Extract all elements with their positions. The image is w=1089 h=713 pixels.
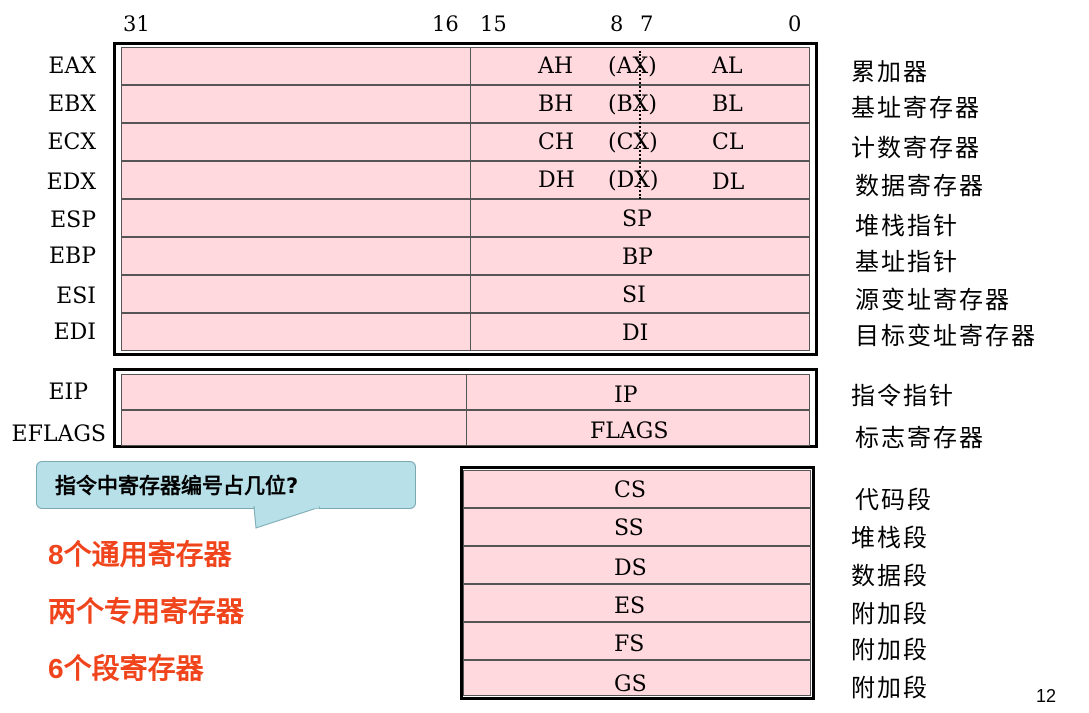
question-callout: 指令中寄存器编号占几位? (36, 461, 416, 509)
cell-dx: (DX) (608, 168, 659, 193)
cell-ss: SS (614, 516, 644, 541)
note-special-registers: 两个专用寄存器 (48, 596, 245, 627)
reg-desc-ebx: 基址寄存器 (851, 94, 981, 122)
cell-flags: FLAGS (590, 419, 669, 444)
reg-desc-edx: 数据寄存器 (855, 172, 985, 200)
reg-desc-esp: 堆栈指针 (855, 212, 959, 240)
reg-name-ebp: EBP (48, 244, 96, 269)
general-register-block: AH (AX) AL BH (BX) BL CH (CX) CL DH (DX)… (113, 42, 818, 356)
cell-bh: BH (538, 92, 574, 117)
bit-label-15: 15 (480, 12, 507, 36)
seg-desc-es: 附加段 (851, 600, 929, 628)
reg-name-eflags: EFLAGS (11, 422, 106, 447)
reg-name-edx: EDX (46, 170, 96, 195)
seg-desc-gs: 附加段 (851, 674, 929, 702)
register-row-ebx (121, 85, 810, 123)
cell-ah: AH (538, 54, 574, 79)
cell-ds: DS (614, 556, 647, 581)
cell-ax: (AX) (608, 54, 657, 79)
reg-name-eip: EIP (48, 380, 88, 405)
cell-si: SI (622, 283, 646, 308)
cell-dh: DH (538, 168, 575, 193)
register-row-edx (121, 161, 810, 199)
cell-di: DI (622, 321, 649, 346)
cell-dl: DL (712, 170, 745, 195)
cell-gs: GS (614, 672, 647, 697)
reg-desc-eflags: 标志寄存器 (855, 424, 985, 452)
bit-label-16: 16 (432, 12, 459, 36)
register-row-esp (121, 199, 810, 237)
reg-desc-ecx: 计数寄存器 (851, 134, 981, 162)
reg-desc-eip: 指令指针 (851, 382, 955, 410)
cell-ip: IP (614, 383, 638, 408)
reg-name-ebx: EBX (48, 92, 96, 117)
page-number: 12 (1036, 686, 1057, 706)
register-row-ebp (121, 237, 810, 275)
bit-label-8: 8 (610, 12, 624, 36)
bit16-divider (470, 47, 471, 351)
reg-name-esi: ESI (56, 284, 96, 309)
reg-name-ecx: ECX (47, 130, 96, 155)
special-register-block: IP FLAGS (113, 368, 818, 448)
cell-es: ES (614, 594, 646, 619)
seg-desc-ds: 数据段 (851, 562, 929, 590)
reg-desc-esi: 源变址寄存器 (855, 286, 1011, 314)
cell-cx: (CX) (608, 130, 658, 155)
cell-al: AL (712, 54, 743, 79)
cell-fs: FS (614, 632, 645, 657)
register-row-edi (121, 313, 810, 351)
note-general-registers: 8个通用寄存器 (48, 539, 232, 570)
reg-desc-eax: 累加器 (851, 58, 929, 86)
cell-cs: CS (614, 478, 646, 503)
bit-label-0: 0 (788, 12, 802, 36)
seg-desc-cs: 代码段 (855, 486, 933, 514)
register-row-ecx (121, 123, 810, 161)
bit-label-7: 7 (640, 12, 654, 36)
bit-label-31: 31 (123, 12, 150, 36)
cell-cl: CL (712, 130, 744, 155)
special-bit16-divider (466, 374, 467, 446)
cell-bx: (BX) (608, 92, 657, 117)
reg-desc-ebp: 基址指针 (855, 248, 959, 276)
cell-bp: BP (622, 245, 653, 270)
cell-bl: BL (712, 92, 743, 117)
cell-ch: CH (538, 130, 575, 155)
note-segment-registers: 6个段寄存器 (48, 653, 204, 684)
seg-desc-fs: 附加段 (851, 636, 929, 664)
cell-sp: SP (622, 207, 652, 232)
register-row-eax (121, 47, 810, 85)
seg-desc-ss: 堆栈段 (851, 524, 929, 552)
reg-desc-edi: 目标变址寄存器 (855, 322, 1037, 350)
reg-name-edi: EDI (53, 320, 96, 345)
reg-name-esp: ESP (50, 208, 96, 233)
reg-name-eax: EAX (48, 54, 96, 79)
callout-pointer (253, 506, 321, 529)
callout-text: 指令中寄存器编号占几位? (55, 474, 299, 498)
register-row-esi (121, 275, 810, 313)
